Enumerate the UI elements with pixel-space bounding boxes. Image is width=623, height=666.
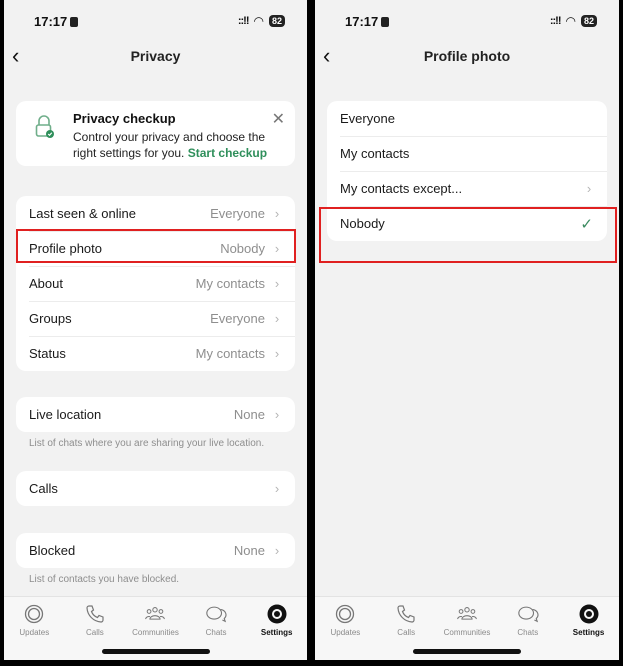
tab-bar: Updates Calls Communities Chats Settings [4, 596, 307, 660]
visibility-options: Everyone My contacts My contacts except.… [327, 101, 607, 241]
chevron-right-icon: › [586, 181, 592, 196]
communities-icon [457, 607, 477, 620]
row-profile-photo[interactable]: Profile photo Nobody › [16, 231, 295, 266]
battery-icon: 82 [268, 15, 285, 27]
tab-settings[interactable]: Settings [559, 603, 619, 637]
privacy-screen: 17:17 ::!! ◠ 82 ‹ Privacy Privacy checku… [4, 0, 307, 660]
updates-icon [336, 604, 355, 624]
updates-icon [25, 604, 44, 624]
tab-calls[interactable]: Calls [376, 603, 436, 637]
id-card-icon [70, 17, 79, 27]
chevron-right-icon: › [274, 241, 280, 256]
close-icon[interactable]: ✕ [272, 109, 285, 129]
option-everyone[interactable]: Everyone [327, 101, 607, 136]
start-checkup-link[interactable]: Start checkup [188, 146, 267, 160]
chevron-right-icon: › [274, 206, 280, 221]
chevron-right-icon: › [274, 346, 280, 361]
row-blocked[interactable]: Blocked None › [16, 533, 295, 568]
row-about[interactable]: About My contacts › [16, 266, 295, 301]
row-calls[interactable]: Calls › [16, 471, 295, 506]
checkmark-icon: ✓ [580, 215, 593, 233]
nav-bar: ‹ Profile photo [315, 42, 619, 72]
phone-icon [397, 605, 415, 623]
row-groups[interactable]: Groups Everyone › [16, 301, 295, 336]
tab-communities[interactable]: Communities [437, 603, 497, 637]
tab-calls[interactable]: Calls [65, 603, 125, 637]
status-bar: 17:17 ::!! ◠ 82 [4, 12, 307, 32]
tab-chats[interactable]: Chats [498, 603, 558, 637]
chevron-right-icon: › [274, 276, 280, 291]
profile-photo-screen: 17:17 ::!! ◠ 82 ‹ Profile photo Everyone… [315, 0, 619, 660]
wifi-icon: ◠ [253, 14, 264, 28]
page-title: Profile photo [423, 48, 511, 64]
row-last-seen[interactable]: Last seen & online Everyone › [16, 196, 295, 231]
checkup-description: Control your privacy and choose the righ… [73, 130, 268, 160]
page-title: Privacy [130, 48, 181, 64]
option-my-contacts[interactable]: My contacts [327, 136, 607, 171]
tab-bar: Updates Calls Communities Chats Settings [315, 596, 619, 660]
chevron-right-icon: › [274, 407, 280, 422]
tab-updates[interactable]: Updates [4, 603, 64, 637]
battery-icon: 82 [580, 15, 597, 27]
settings-gear-icon [267, 604, 287, 624]
status-time: 17:17 [345, 14, 390, 29]
tab-updates[interactable]: Updates [315, 603, 375, 637]
checkup-title: Privacy checkup [73, 111, 176, 126]
chats-icon [518, 606, 539, 623]
home-indicator [101, 649, 210, 654]
tab-communities[interactable]: Communities [125, 603, 185, 637]
privacy-settings-group: Last seen & online Everyone › Profile phot… [16, 196, 295, 371]
blocked-note: List of contacts you have blocked. [29, 574, 180, 585]
communities-icon [145, 607, 166, 620]
id-card-icon [381, 17, 390, 27]
chevron-right-icon: › [274, 543, 280, 558]
live-location-card: Live location None › [16, 397, 295, 432]
blocked-card: Blocked None › [16, 533, 295, 568]
status-time: 17:17 [34, 14, 79, 29]
status-bar: 17:17 ::!! ◠ 82 [315, 12, 619, 32]
wifi-icon: ◠ [565, 14, 576, 28]
tab-settings[interactable]: Settings [247, 603, 307, 637]
nav-bar: ‹ Privacy [4, 42, 307, 72]
live-location-note: List of chats where you are sharing your… [29, 438, 265, 449]
chevron-right-icon: › [274, 311, 280, 326]
privacy-checkup-card: Privacy checkup Control your privacy and… [16, 101, 295, 166]
chats-icon [206, 606, 227, 623]
signal-icon: ::!! [549, 15, 562, 27]
signal-icon: ::!! [237, 15, 250, 27]
home-indicator [413, 649, 521, 654]
chevron-right-icon: › [274, 481, 280, 496]
row-live-location[interactable]: Live location None › [16, 397, 295, 432]
option-my-contacts-except[interactable]: My contacts except... › [327, 171, 607, 206]
calls-card: Calls › [16, 471, 295, 506]
option-nobody[interactable]: Nobody ✓ [327, 206, 607, 241]
row-status[interactable]: Status My contacts › [16, 336, 295, 371]
phone-icon [86, 605, 104, 623]
lock-check-icon [35, 115, 54, 138]
tab-chats[interactable]: Chats [186, 603, 246, 637]
settings-gear-icon [579, 604, 599, 624]
